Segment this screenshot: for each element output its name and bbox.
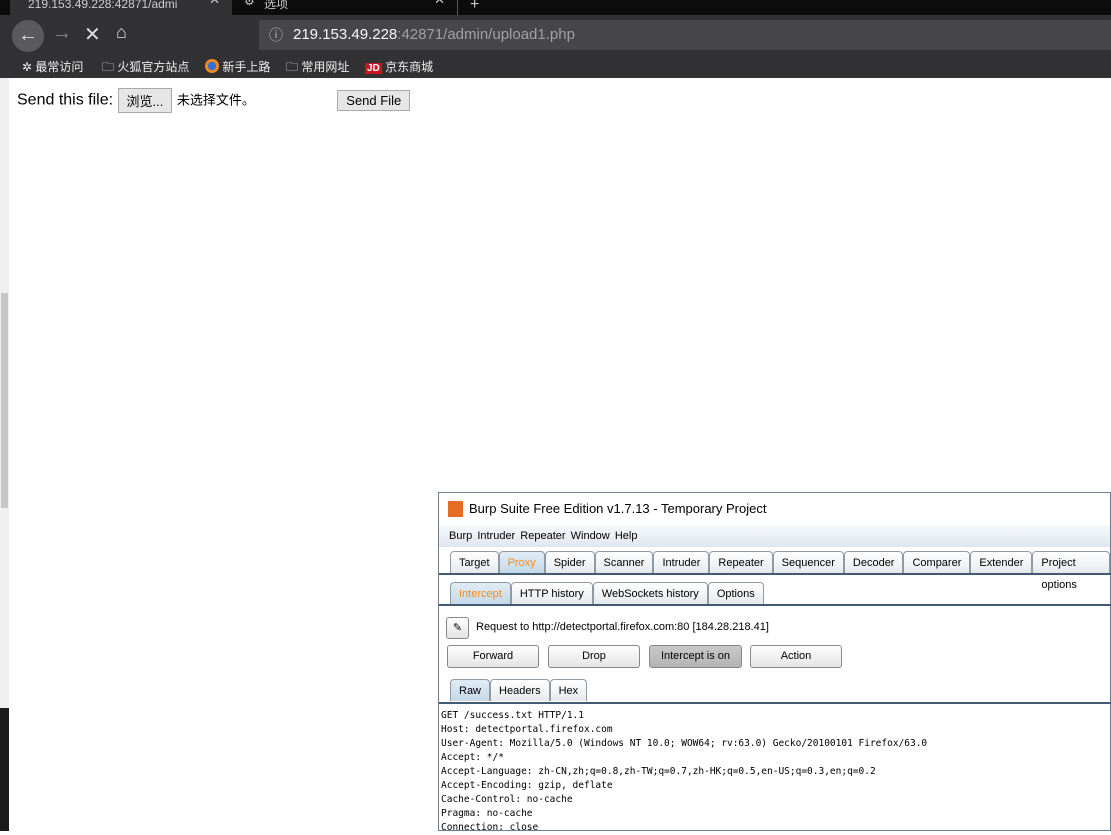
tab-decoder[interactable]: Decoder [843,551,904,573]
burp-window: Burp Suite Free Edition v1.7.13 - Tempor… [438,492,1111,833]
window-title: Burp Suite Free Edition v1.7.13 - Tempor… [469,501,767,516]
tab-sequencer[interactable]: Sequencer [772,551,844,573]
browser-tab-upload[interactable]: 219.153.49.228:42871/admi ✕ [10,0,232,15]
bookmark-label: 火狐官方站点 [117,60,190,74]
subtab-intercept[interactable]: Intercept [450,582,511,604]
menu-help[interactable]: Help [615,530,638,542]
url-bar[interactable]: ⓘ 219.153.49.228:42871/admin/upload1.php [259,20,1111,50]
stop-button[interactable]: ✕ [84,22,101,47]
tab-raw[interactable]: Raw [450,679,491,701]
action-button[interactable]: Action [750,645,842,668]
tab-title: 选项 [264,0,289,11]
menu-window[interactable]: Window [571,530,610,542]
intercept-toggle-button[interactable]: Intercept is on [649,645,742,668]
send-file-label: Send this file: [17,91,114,109]
subtab-options[interactable]: Options [707,582,764,604]
menu-intruder[interactable]: Intruder [477,530,515,542]
divider [439,604,1111,606]
url-host: 219.153.49.228 [293,26,398,43]
bookmarks-bar: ✲ 最常访问 🗀 火狐官方站点 新手上路 🗀 常用网址 JD 京东商城 [0,55,1111,78]
tab-strip: 219.153.49.228:42871/admi ✕ ⚙ 选项 ✕ + [0,0,1111,15]
folder-icon: 🗀 [102,60,118,74]
bookmark-common-sites[interactable]: 🗀 常用网址 [286,58,349,79]
gear-icon: ⚙ [244,0,255,8]
firefox-icon [205,59,219,73]
bookmark-jd[interactable]: JD 京东商城 [365,58,433,75]
bookmark-label: 最常访问 [35,60,84,74]
bookmark-label: 常用网址 [301,60,350,74]
subtab-websockets-history[interactable]: WebSockets history [592,582,708,604]
folder-icon: 🗀 [286,60,302,74]
gear-icon: ✲ [22,60,36,74]
jd-icon: JD [365,63,382,74]
menu-repeater[interactable]: Repeater [520,530,565,542]
browse-button[interactable]: 浏览... [117,88,173,113]
browser-tab-options[interactable]: ⚙ 选项 ✕ [234,0,458,15]
tab-headers[interactable]: Headers [490,679,550,701]
tab-extender[interactable]: Extender [970,551,1033,573]
main-tabs: Target Proxy Spider Scanner Intruder Rep… [450,551,1110,591]
tab-intruder[interactable]: Intruder [653,551,710,573]
send-file-button[interactable]: Send File [337,90,411,111]
upload-form: Send this file: 浏览... 未选择文件。 Send File [17,88,411,113]
tab-project-options[interactable]: Project options [1032,551,1110,591]
nav-bar: ← → ✕ ⌂ ⓘ 219.153.49.228:42871/admin/upl… [0,15,1111,55]
info-icon[interactable]: ⓘ [269,20,283,50]
drop-button[interactable]: Drop [548,645,640,668]
burp-title-bar: Burp Suite Free Edition v1.7.13 - Tempor… [439,493,1110,525]
tab-title: 219.153.49.228:42871/admi [28,0,178,11]
tab-scanner[interactable]: Scanner [594,551,654,573]
taskbar-edge [0,708,9,831]
tab-proxy[interactable]: Proxy [498,551,545,573]
bookmark-getting-started[interactable]: 新手上路 [205,58,270,75]
request-info: Request to http://detectportal.firefox.c… [476,621,769,633]
bookmark-label: 新手上路 [222,60,271,74]
subtab-http-history[interactable]: HTTP history [510,582,593,604]
forward-button[interactable]: → [52,22,72,45]
request-editor[interactable]: GET /success.txt HTTP/1.1 Host: detectpo… [441,709,927,835]
view-tabs: Raw Headers Hex [450,679,588,701]
divider [439,702,1111,704]
tab-target[interactable]: Target [450,551,499,573]
burp-logo-icon [448,501,463,517]
bookmark-label: 京东商城 [385,60,434,74]
close-tab-icon[interactable]: ✕ [434,0,445,6]
tab-comparer[interactable]: Comparer [903,551,971,573]
proxy-subtabs: Intercept HTTP history WebSockets histor… [450,582,764,604]
url-path: :42871/admin/upload1.php [397,26,575,43]
scrollbar[interactable] [0,78,9,708]
bookmark-most-visited[interactable]: ✲ 最常访问 [22,58,83,75]
edit-pencil-icon[interactable]: ✎ [446,617,469,639]
menu-burp[interactable]: Burp [449,530,472,542]
close-tab-icon[interactable]: ✕ [209,0,220,6]
scrollbar-thumb[interactable] [1,293,8,508]
tab-repeater[interactable]: Repeater [709,551,773,573]
back-button[interactable]: ← [12,20,44,52]
tab-hex[interactable]: Hex [549,679,588,701]
burp-menu-bar: Burp Intruder Repeater Window Help [439,525,1110,547]
tab-spider[interactable]: Spider [544,551,595,573]
divider [439,573,1111,575]
bookmark-firefox-sites[interactable]: 🗀 火狐官方站点 [102,58,189,79]
forward-button[interactable]: Forward [447,645,539,668]
no-file-text: 未选择文件。 [176,92,255,108]
new-tab-button[interactable]: + [470,0,479,14]
home-button[interactable]: ⌂ [116,22,127,43]
